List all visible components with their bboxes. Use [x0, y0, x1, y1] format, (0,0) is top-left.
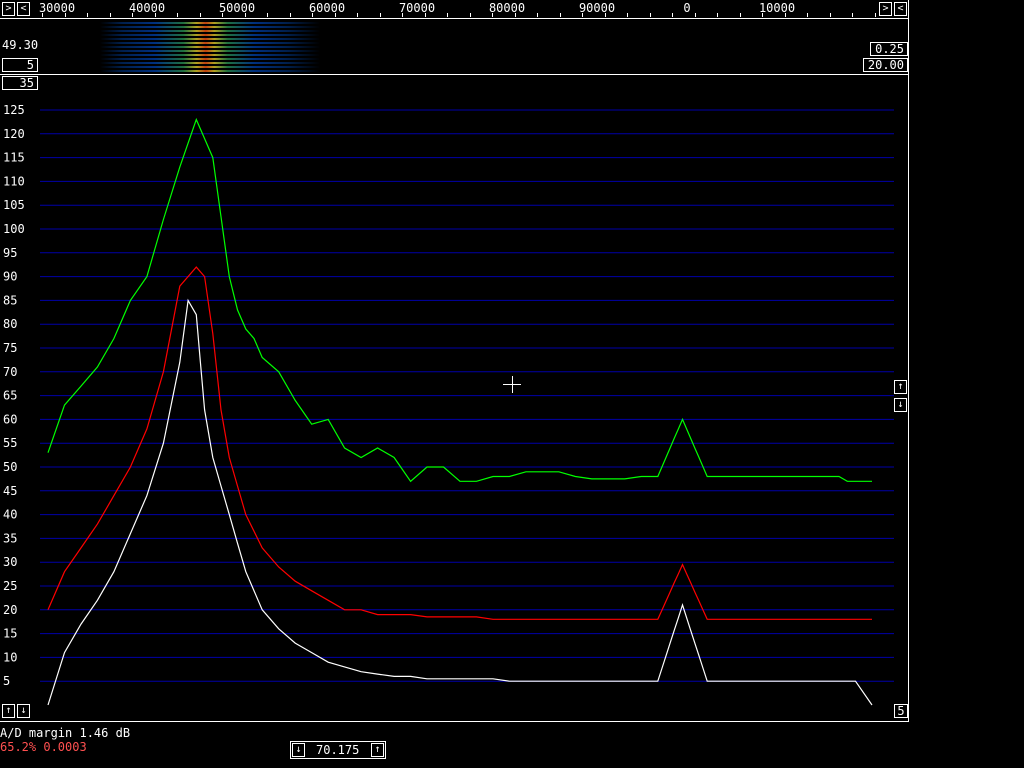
frequency-tick [87, 13, 88, 17]
y-tick-label: 40 [3, 508, 17, 522]
frequency-scale-bar: > < 30000 40000 50000 60000 70000 80000 90000 0… [0, 0, 909, 19]
y-tick-label: 100 [3, 222, 25, 236]
scale-down-button[interactable]: ↓ [894, 398, 907, 412]
frequency-tick [109, 13, 111, 17]
y-tick-label: 5 [3, 674, 10, 688]
frequency-tick [829, 13, 831, 17]
scroll-right-button-right[interactable]: > [879, 2, 892, 16]
y-tick-label: 70 [3, 365, 17, 379]
frequency-tick [559, 13, 561, 17]
frequency-label: 0 [683, 1, 691, 15]
y-tick-label: 75 [3, 341, 17, 355]
frequency-tick [154, 13, 156, 17]
frequency-tick [289, 13, 291, 17]
crosshair-cursor-vertical [512, 376, 513, 393]
status-text: 65.2% 0.0003 [0, 740, 87, 754]
y-tick-label: 95 [3, 246, 17, 260]
frequency-tick [357, 13, 358, 17]
frequency-tick [739, 13, 741, 17]
y-tick-label: 85 [3, 293, 17, 307]
frequency-tick [447, 13, 448, 17]
frequency-tick [424, 13, 426, 17]
frequency-label: 70000 [398, 1, 436, 15]
center-frequency-frame [290, 741, 386, 759]
y-tick-label: 60 [3, 412, 17, 426]
scroll-left-button-right[interactable]: < [894, 2, 907, 16]
y-tick-label: 20 [3, 603, 17, 617]
frequency-tick [469, 13, 471, 17]
frequency-tick [807, 13, 808, 17]
frequency-tick [199, 13, 201, 17]
y-tick-label: 55 [3, 436, 17, 450]
spectrum-plot[interactable]: 5 10 15 20 25 30 35 40 45 50 55 60 65 70 75 80 85 90 95 100… [0, 75, 908, 721]
frequency-tick [222, 13, 223, 17]
frequency-label: 30000 [38, 1, 76, 15]
frequency-tick [874, 13, 876, 17]
y-tick-label: 30 [3, 555, 17, 569]
y-tick-label: 80 [3, 317, 17, 331]
frequency-tick [717, 13, 718, 17]
frequency-tick [312, 13, 313, 17]
white-spectrum-line [47, 298, 873, 706]
frequency-tick [627, 13, 628, 17]
frequency-tick [762, 13, 763, 17]
frequency-tick [42, 13, 43, 17]
waterfall-display[interactable] [100, 22, 320, 72]
y-tick-label: 45 [3, 484, 17, 498]
frequency-tick [649, 13, 651, 17]
frequency-tick [852, 13, 853, 17]
frequency-tick [244, 13, 246, 17]
frequency-tick [132, 13, 133, 17]
frequency-tick [784, 13, 786, 17]
y-tick-label: 90 [3, 270, 17, 284]
frequency-tick [514, 13, 516, 17]
frequency-tick [604, 13, 606, 17]
y-tick-label: 115 [3, 151, 25, 165]
top-left-box-1[interactable]: 5 [2, 58, 38, 72]
frequency-label: 40000 [128, 1, 166, 15]
frequency-label: 50000 [218, 1, 256, 15]
frequency-tick [334, 13, 336, 17]
chart-bottom-border [0, 721, 909, 722]
frequency-label: 80000 [488, 1, 526, 15]
frequency-label: 10000 [758, 1, 796, 15]
frequency-tick [177, 13, 178, 17]
y-tick-label: 125 [3, 103, 25, 117]
y-tick-label: 105 [3, 198, 25, 212]
chart-right-border [908, 0, 909, 722]
spectrum-chart[interactable]: 5 10 15 20 25 30 35 40 45 50 55 60 65 70 75 80 85 90 95 100… [0, 75, 908, 721]
y-tick-label: 65 [3, 389, 17, 403]
y-tick-label: 110 [3, 174, 25, 188]
y-tick-label: 15 [3, 627, 17, 641]
y-tick-label: 10 [3, 650, 17, 664]
frequency-label: 90000 [578, 1, 616, 15]
frequency-tick [672, 13, 673, 17]
ad-margin-text: A/D margin 1.46 dB [0, 726, 131, 740]
frequency-tick [582, 13, 583, 17]
scroll-left-button[interactable]: < [17, 2, 30, 16]
y-tick-label: 35 [3, 531, 17, 545]
frequency-tick [694, 13, 696, 17]
frequency-label: 60000 [308, 1, 346, 15]
level-down-button[interactable]: ↓ [17, 704, 30, 718]
y-tick-label: 25 [3, 579, 17, 593]
y-tick-label: 120 [3, 127, 25, 141]
top-left-value: 49.30 [2, 38, 39, 52]
scale-up-button[interactable]: ↑ [894, 380, 907, 394]
frequency-tick [64, 13, 66, 17]
frequency-tick [267, 13, 268, 17]
top-right-box-2[interactable]: 20.00 [863, 58, 908, 72]
top-right-box-1[interactable]: 0.25 [870, 42, 908, 56]
frequency-tick [537, 13, 538, 17]
bottom-right-box[interactable]: 5 [894, 704, 908, 718]
level-up-button[interactable]: ↑ [2, 704, 15, 718]
frequency-tick [492, 13, 493, 17]
frequency-tick [402, 13, 403, 17]
y-tick-label: 50 [3, 460, 17, 474]
frequency-tick [379, 13, 381, 17]
scroll-right-button[interactable]: > [2, 2, 15, 16]
